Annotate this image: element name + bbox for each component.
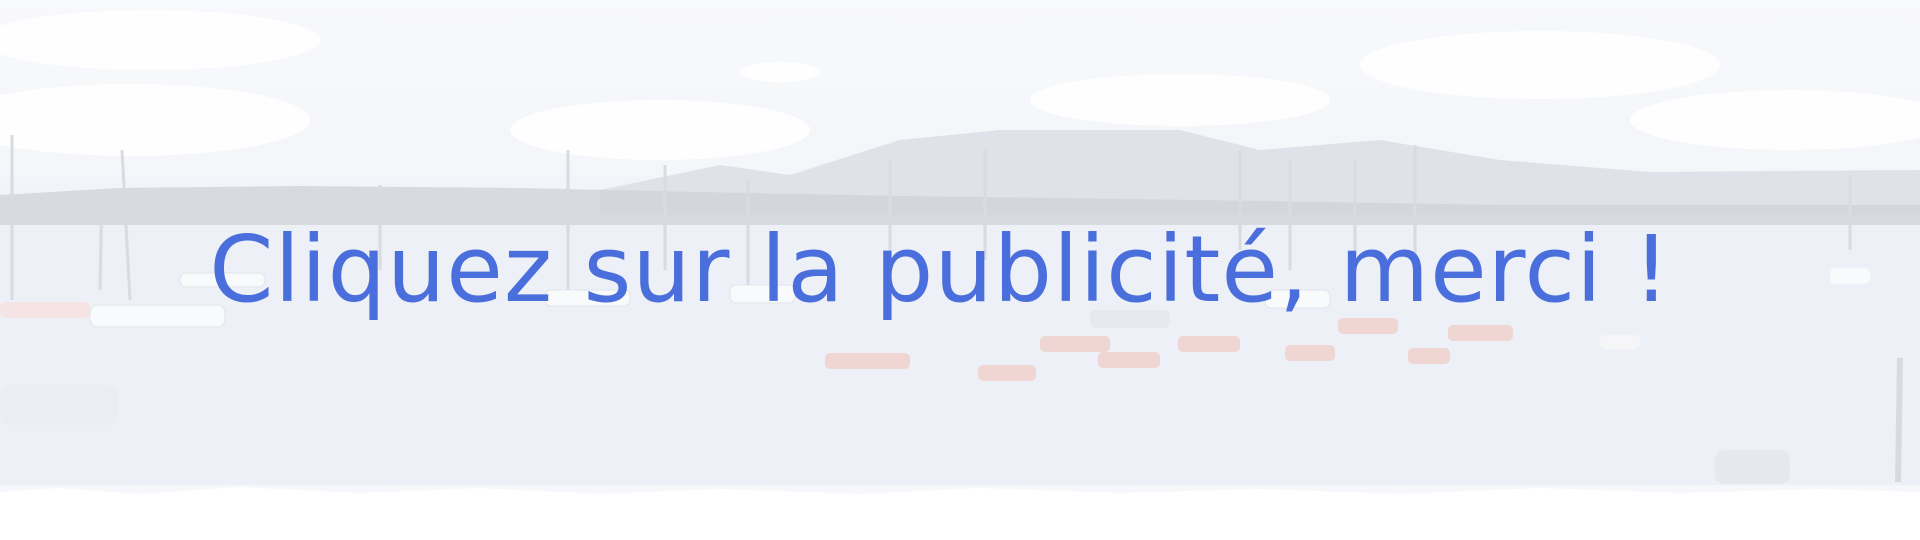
ad-banner[interactable]: Cliquez sur la publicité, merci ! (0, 0, 1920, 540)
headline-text: Cliquez sur la publicité, merci ! (209, 216, 1671, 323)
